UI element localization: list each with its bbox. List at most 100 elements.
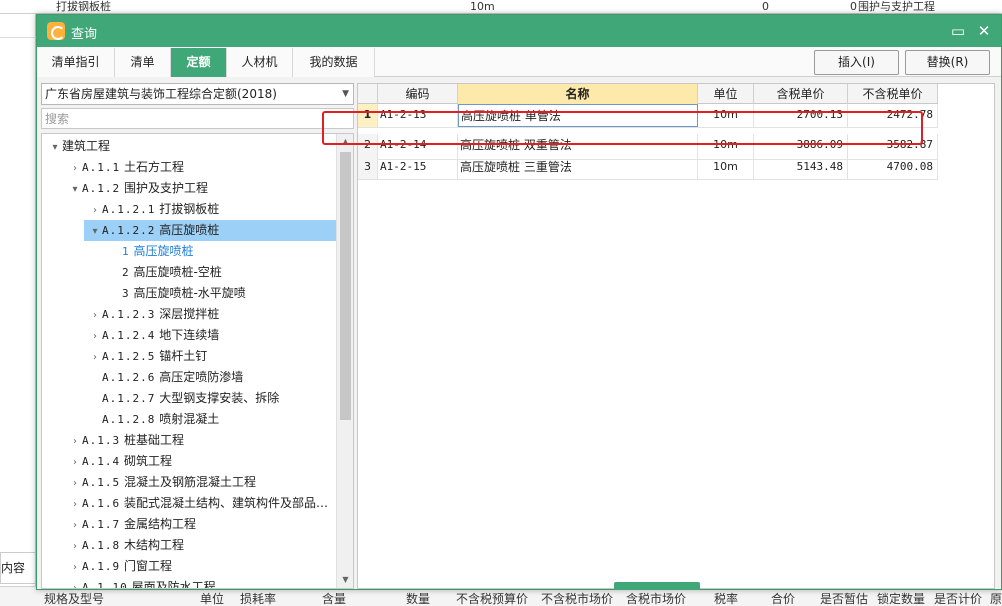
tree-item[interactable]: › A.1.9 门窗工程 <box>42 556 172 577</box>
chevron-down-icon[interactable]: ▾ <box>88 221 102 242</box>
tree-item-code: 3 <box>122 287 130 300</box>
query-dialog: 查询 ▭ ✕ 清单指引 清单 定额 人材机 我的数据 插入(I) 替换(R) 广… <box>36 14 1002 590</box>
tree-item[interactable]: A.1.2.8 喷射混凝土 <box>42 409 219 430</box>
chevron-right-icon[interactable]: › <box>88 305 102 326</box>
bg-cell: 围护与支护工程 <box>858 0 935 13</box>
chevron-right-icon[interactable]: › <box>88 347 102 368</box>
cell-idx[interactable]: 3 <box>358 156 378 179</box>
tree-item-code: A.1.4 <box>82 455 121 468</box>
chevron-right-icon[interactable]: › <box>68 494 82 515</box>
tree-item[interactable]: › A.1.3 桩基础工程 <box>42 430 184 451</box>
tree-item[interactable]: › A.1.2.1 打拔钢板桩 <box>42 199 219 220</box>
tree-item-label: 深层搅拌桩 <box>159 307 220 321</box>
search-input[interactable] <box>41 108 354 129</box>
header-unit[interactable]: 单位 <box>698 84 754 104</box>
tree-item-label: 高压旋喷桩 <box>159 223 220 237</box>
cell-price-notax[interactable]: 4700.08 <box>848 156 938 179</box>
scroll-down-icon[interactable]: ▼ <box>337 572 353 588</box>
tree-item[interactable]: › A.1.10 屋面及防水工程 <box>42 577 216 588</box>
collapse-handle[interactable] <box>614 582 700 590</box>
tree-item[interactable]: A.1.2.6 高压定喷防渗墙 <box>42 367 243 388</box>
header-code[interactable]: 编码 <box>378 84 458 104</box>
bg-cell: 0 <box>762 0 769 13</box>
cell-code[interactable]: A1-2-15 <box>378 156 458 179</box>
tab-my-data[interactable]: 我的数据 <box>293 48 375 77</box>
tab-labor-material-machine[interactable]: 人材机 <box>227 48 293 77</box>
chevron-right-icon[interactable]: › <box>68 578 82 588</box>
bg-header: 单位 <box>200 592 225 606</box>
bg-header: 规格及型号 <box>44 592 105 606</box>
quota-tree: › A.1.10 屋面及防水工程 › A.1.9 门窗工程 › A.1.8 木结构工程 › A… <box>41 133 354 589</box>
table-row[interactable]: 3 A1-2-15 高压旋喷桩 三重管法 10m 5143.48 4700.08 <box>358 156 938 180</box>
chevron-right-icon[interactable]: › <box>68 158 82 179</box>
tree-item-code: A.1.2.7 <box>102 392 156 405</box>
tree-item-label: 装配式混凝土结构、建筑构件及部品… <box>123 496 328 510</box>
tree-item[interactable]: › A.1.5 混凝土及钢筋混凝土工程 <box>42 472 256 493</box>
dialog-title: 查询 <box>71 27 98 42</box>
bg-header: 原 <box>990 592 1002 606</box>
tab-bill-guide[interactable]: 清单指引 <box>37 48 115 77</box>
bg-header: 不含税市场价 <box>541 592 614 606</box>
tree-item[interactable]: 2 高压旋喷桩-空桩 <box>42 262 222 283</box>
tab-bill[interactable]: 清单 <box>115 48 171 77</box>
tree-item-label: 金属结构工程 <box>123 517 196 531</box>
tree-item[interactable]: › A.1.1 土石方工程 <box>42 157 184 178</box>
background-content-label[interactable]: 内容 <box>0 552 36 584</box>
tree-item[interactable]: › A.1.2.5 锚杆土钉 <box>42 346 207 367</box>
tree-item[interactable]: › A.1.6 装配式混凝土结构、建筑构件及部品… <box>42 493 328 514</box>
chevron-down-icon[interactable]: ▼ <box>342 84 349 104</box>
tree-item[interactable]: › A.1.2.3 深层搅拌桩 <box>42 304 219 325</box>
tree-item[interactable]: ▾ A.1.2.2 高压旋喷桩 <box>84 220 338 241</box>
tree-item-code: A.1.6 <box>82 497 121 510</box>
tree-item[interactable]: › A.1.7 金属结构工程 <box>42 514 196 535</box>
chevron-right-icon[interactable]: › <box>88 200 102 221</box>
close-icon[interactable]: ✕ <box>973 21 995 41</box>
tree-item[interactable]: › A.1.8 木结构工程 <box>42 535 184 556</box>
bg-header: 损耗率 <box>240 592 277 606</box>
app-logo-icon <box>47 22 65 40</box>
chevron-right-icon[interactable]: › <box>68 536 82 557</box>
tree-item-label: 桩基础工程 <box>123 433 184 447</box>
quota-grid: 编码 名称 单位 含税单价 不含税单价 1 A1-2-13 高压旋喷桩 单管法 10m… <box>357 83 995 589</box>
bg-header: 含税市场价 <box>626 592 687 606</box>
dialog-titlebar[interactable]: 查询 ▭ ✕ <box>37 15 1001 47</box>
chevron-down-icon[interactable]: ▾ <box>48 137 62 158</box>
tree-item-code: A.1.2.5 <box>102 350 156 363</box>
chevron-right-icon[interactable]: › <box>68 473 82 494</box>
restore-icon[interactable]: ▭ <box>947 21 969 41</box>
quota-library-select[interactable]: 广东省房屋建筑与装饰工程综合定额(2018) ▼ <box>41 83 354 105</box>
chevron-down-icon[interactable]: ▾ <box>68 179 82 200</box>
chevron-right-icon[interactable]: › <box>68 431 82 452</box>
tree-item[interactable]: 1 高压旋喷桩 <box>42 241 193 262</box>
replace-button[interactable]: 替换(R) <box>905 50 990 75</box>
insert-button[interactable]: 插入(I) <box>814 50 899 75</box>
chevron-right-icon[interactable]: › <box>88 326 102 347</box>
chevron-right-icon[interactable]: › <box>68 557 82 578</box>
tree-item-label: 围护及支护工程 <box>123 181 208 195</box>
tab-quota[interactable]: 定额 <box>171 48 227 77</box>
cell-name[interactable]: 高压旋喷桩 三重管法 <box>458 156 698 179</box>
background-top-row: 打拔钢板桩 10m 0 0 围护与支护工程 <box>0 0 1002 14</box>
header-price-notax[interactable]: 不含税单价 <box>848 84 938 104</box>
tree-item[interactable]: ▾ A.1.2 围护及支护工程 <box>42 178 208 200</box>
tree-item-label: 大型钢支撑安装、拆除 <box>159 391 280 405</box>
highlight-box <box>322 111 923 145</box>
tree-item[interactable]: ▾ 建筑工程 <box>42 136 110 157</box>
tree-item[interactable]: A.1.2.7 大型钢支撑安装、拆除 <box>42 388 279 409</box>
scrollbar-thumb[interactable] <box>340 152 351 420</box>
cell-price-tax[interactable]: 5143.48 <box>754 156 848 179</box>
tree-scrollbar[interactable]: ▲ ▼ <box>336 134 353 588</box>
tree-item-code: A.1.2.3 <box>102 308 156 321</box>
tree-item[interactable]: 3 高压旋喷桩-水平旋喷 <box>42 283 246 304</box>
tree-item-code: A.1.3 <box>82 434 121 447</box>
tree-item-code: A.1.7 <box>82 518 121 531</box>
chevron-right-icon[interactable]: › <box>68 452 82 473</box>
chevron-right-icon[interactable]: › <box>68 515 82 536</box>
tree-item-label: 高压定喷防渗墙 <box>159 370 244 384</box>
header-name[interactable]: 名称 <box>458 84 698 104</box>
tree-item[interactable]: › A.1.2.4 地下连续墙 <box>42 325 219 346</box>
header-price-tax[interactable]: 含税单价 <box>754 84 848 104</box>
bg-cell: 10m <box>470 0 495 13</box>
tree-item[interactable]: › A.1.4 砌筑工程 <box>42 451 172 472</box>
cell-unit[interactable]: 10m <box>698 156 754 179</box>
